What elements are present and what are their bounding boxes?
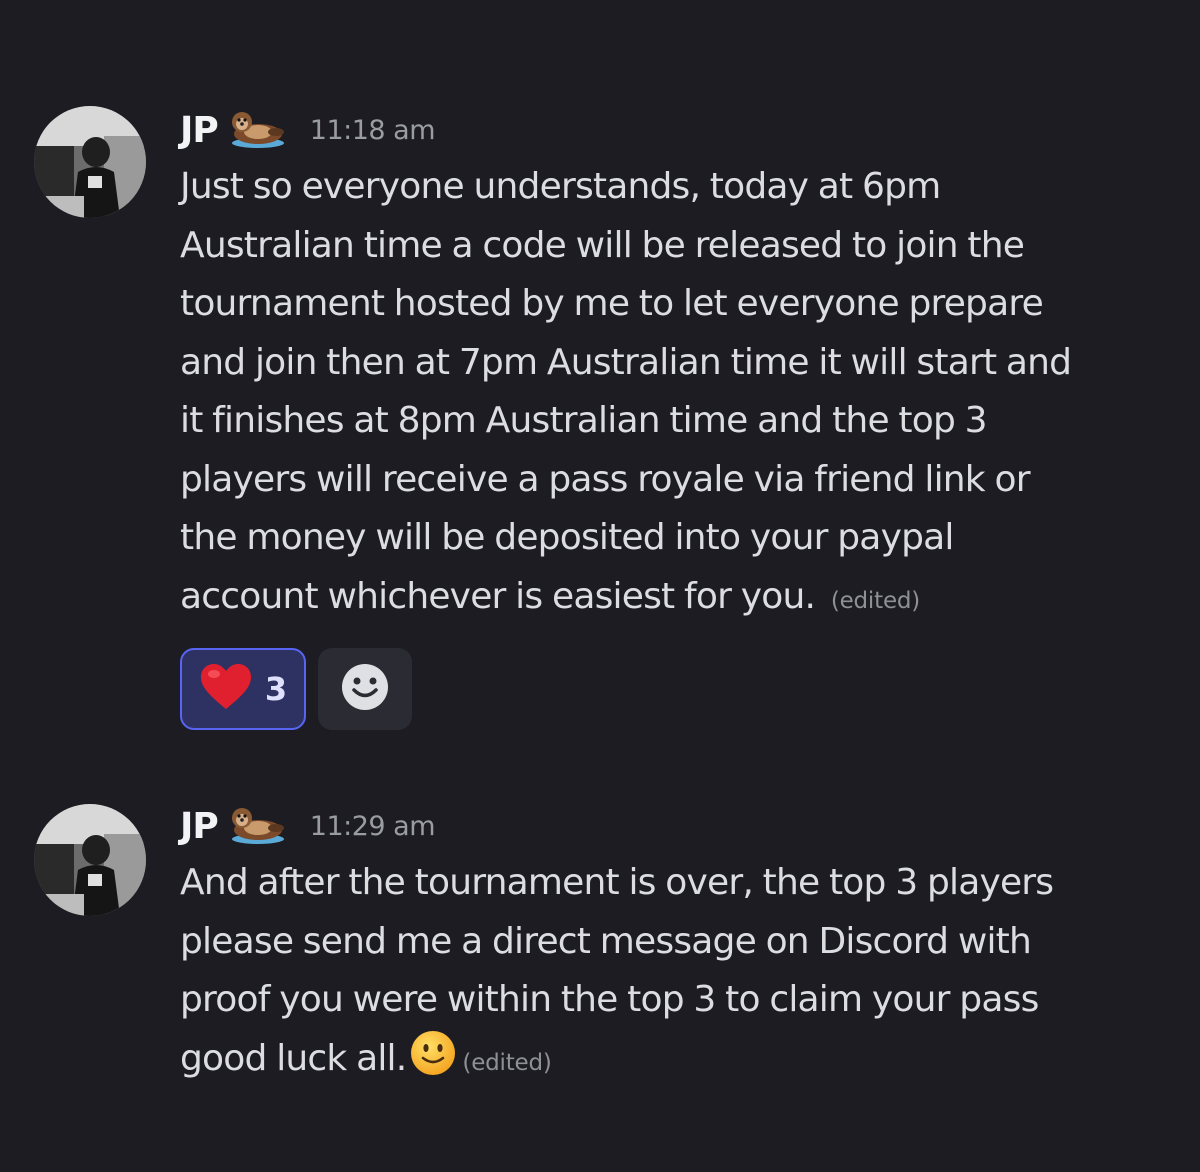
message-line: proof you were within the top 3 to claim… <box>180 979 1039 1020</box>
otter-icon <box>228 806 286 846</box>
message-line: Australian time a code will be released … <box>180 224 1025 266</box>
message-line: Just so everyone understands, today at 6… <box>180 166 941 207</box>
otter-icon <box>228 110 286 150</box>
smiley-add-reaction-icon <box>341 663 389 715</box>
message-line: account whichever is easiest for you. <box>180 575 816 617</box>
message-content: Just so everyone understands, today at 6… <box>180 158 1180 630</box>
message-line: the money will be deposited into your pa… <box>180 517 954 558</box>
message-line-last: account whichever is easiest for you. (e… <box>180 568 1180 631</box>
heart-icon <box>199 663 253 715</box>
message-line: it finishes at 8pm Australian time and t… <box>180 400 988 441</box>
reactions-bar: 3 <box>180 648 412 730</box>
message-header: JP 11:18 am <box>180 108 436 152</box>
slightly-smiling-face-icon <box>410 1030 456 1076</box>
timestamp: 11:29 am <box>309 810 436 842</box>
username[interactable]: JP <box>180 110 219 151</box>
message-line: tournament hosted by me to let everyone … <box>180 283 1044 324</box>
edited-label: (edited) <box>830 587 921 614</box>
avatar[interactable] <box>34 106 146 218</box>
username[interactable]: JP <box>180 806 219 847</box>
reaction-count: 3 <box>264 670 288 708</box>
edited-label: (edited) <box>462 1049 552 1076</box>
message-line-last: good luck all. (edited) <box>180 1030 1180 1093</box>
message-line: and join then at 7pm Australian time it … <box>180 341 1072 383</box>
message-line: please send me a direct message on Disco… <box>180 920 1032 962</box>
timestamp: 11:18 am <box>309 114 436 146</box>
avatar[interactable] <box>34 804 146 916</box>
add-reaction-button[interactable] <box>318 648 412 730</box>
message-content: And after the tournament is over, the to… <box>180 854 1180 1092</box>
message-line: And after the tournament is over, the to… <box>180 862 1054 903</box>
message-header: JP 11:29 am <box>180 804 436 848</box>
message-line: players will receive a pass royale via f… <box>180 458 1031 500</box>
reaction-heart[interactable]: 3 <box>180 648 306 730</box>
message-line: good luck all. <box>180 1037 407 1079</box>
